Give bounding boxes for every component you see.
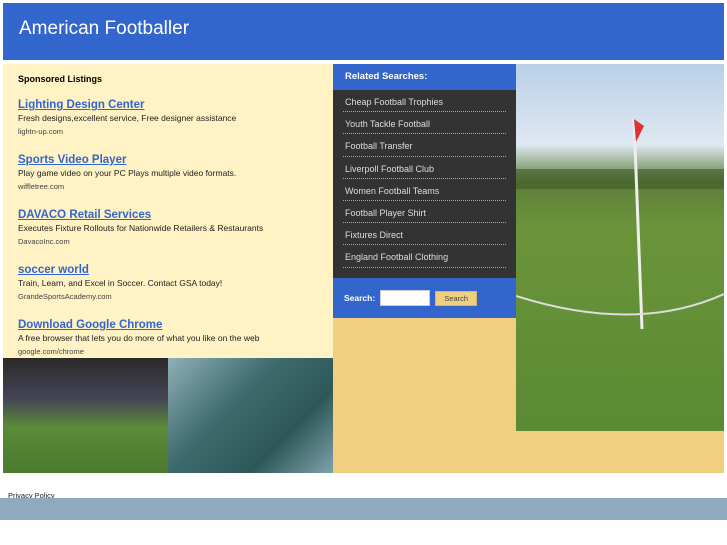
ad-listing: Lighting Design Center Fresh designs,exce… (18, 99, 318, 136)
ad-listing: DAVACO Retail Services Executes Fixture R… (18, 209, 318, 246)
ad-link[interactable]: DAVACO Retail Services (18, 209, 318, 221)
ad-description: A free browser that lets you do more of … (18, 333, 260, 343)
search-bar: Search: Search (333, 278, 516, 318)
ad-listing: soccer world Train, Learn, and Excel in S… (18, 264, 318, 301)
photo-strip (3, 358, 333, 473)
related-link[interactable]: Youth Tackle Football (343, 112, 506, 135)
ad-url: GrandeSportsAcademy.com (18, 292, 112, 301)
related-link[interactable]: Cheap Football Trophies (343, 90, 506, 113)
search-button[interactable]: Search (435, 290, 478, 306)
ad-url: google.com/chrome (18, 347, 84, 356)
footer-bar (0, 498, 727, 520)
ad-description: Train, Learn, and Excel in Soccer. Conta… (18, 278, 223, 288)
soccer-field-image (516, 64, 724, 431)
corner-flag-illustration (516, 118, 724, 330)
ad-description: Executes Fixture Rollouts for Nationwide… (18, 223, 264, 233)
ad-listing: Download Google Chrome A free browser tha… (18, 319, 318, 356)
ad-url: DavacoInc.com (18, 237, 70, 246)
related-list: Cheap Football Trophies Youth Tackle Foo… (333, 90, 516, 278)
ad-description: Play game video on your PC Plays multipl… (18, 168, 237, 178)
related-link[interactable]: Women Football Teams (343, 179, 506, 201)
ad-listing: Sports Video Player Play game video on yo… (18, 154, 318, 191)
search-label: Search: (344, 293, 376, 303)
header: American Footballer (3, 3, 724, 60)
search-input[interactable] (380, 290, 431, 306)
related-heading: Related Searches: (333, 64, 516, 90)
related-link[interactable]: Football Player Shirt (343, 201, 506, 224)
sponsored-listings: Sponsored Listings Lighting Design Cente… (3, 64, 333, 358)
ad-link[interactable]: Lighting Design Center (18, 99, 318, 111)
related-link[interactable]: Fixtures Direct (343, 223, 506, 246)
ad-url: wiffletree.com (18, 182, 65, 191)
related-link[interactable]: Liverpoll Football Club (343, 157, 506, 179)
related-link[interactable]: England Football Clothing (343, 245, 506, 268)
sponsored-heading: Sponsored Listings (18, 74, 103, 84)
ad-url: lightn-up.com (18, 127, 64, 136)
right-filler (516, 431, 724, 473)
ad-link[interactable]: soccer world (18, 264, 318, 276)
football-players-image (3, 358, 168, 473)
related-searches-panel: Related Searches: Cheap Football Trophie… (333, 64, 516, 473)
stadium-seats-image (168, 358, 333, 473)
ad-link[interactable]: Download Google Chrome (18, 319, 318, 331)
related-link[interactable]: Football Transfer (343, 134, 506, 157)
site-title: American Footballer (19, 18, 190, 39)
ad-description: Fresh designs,excellent service, Free de… (18, 113, 237, 123)
ad-link[interactable]: Sports Video Player (18, 154, 318, 166)
